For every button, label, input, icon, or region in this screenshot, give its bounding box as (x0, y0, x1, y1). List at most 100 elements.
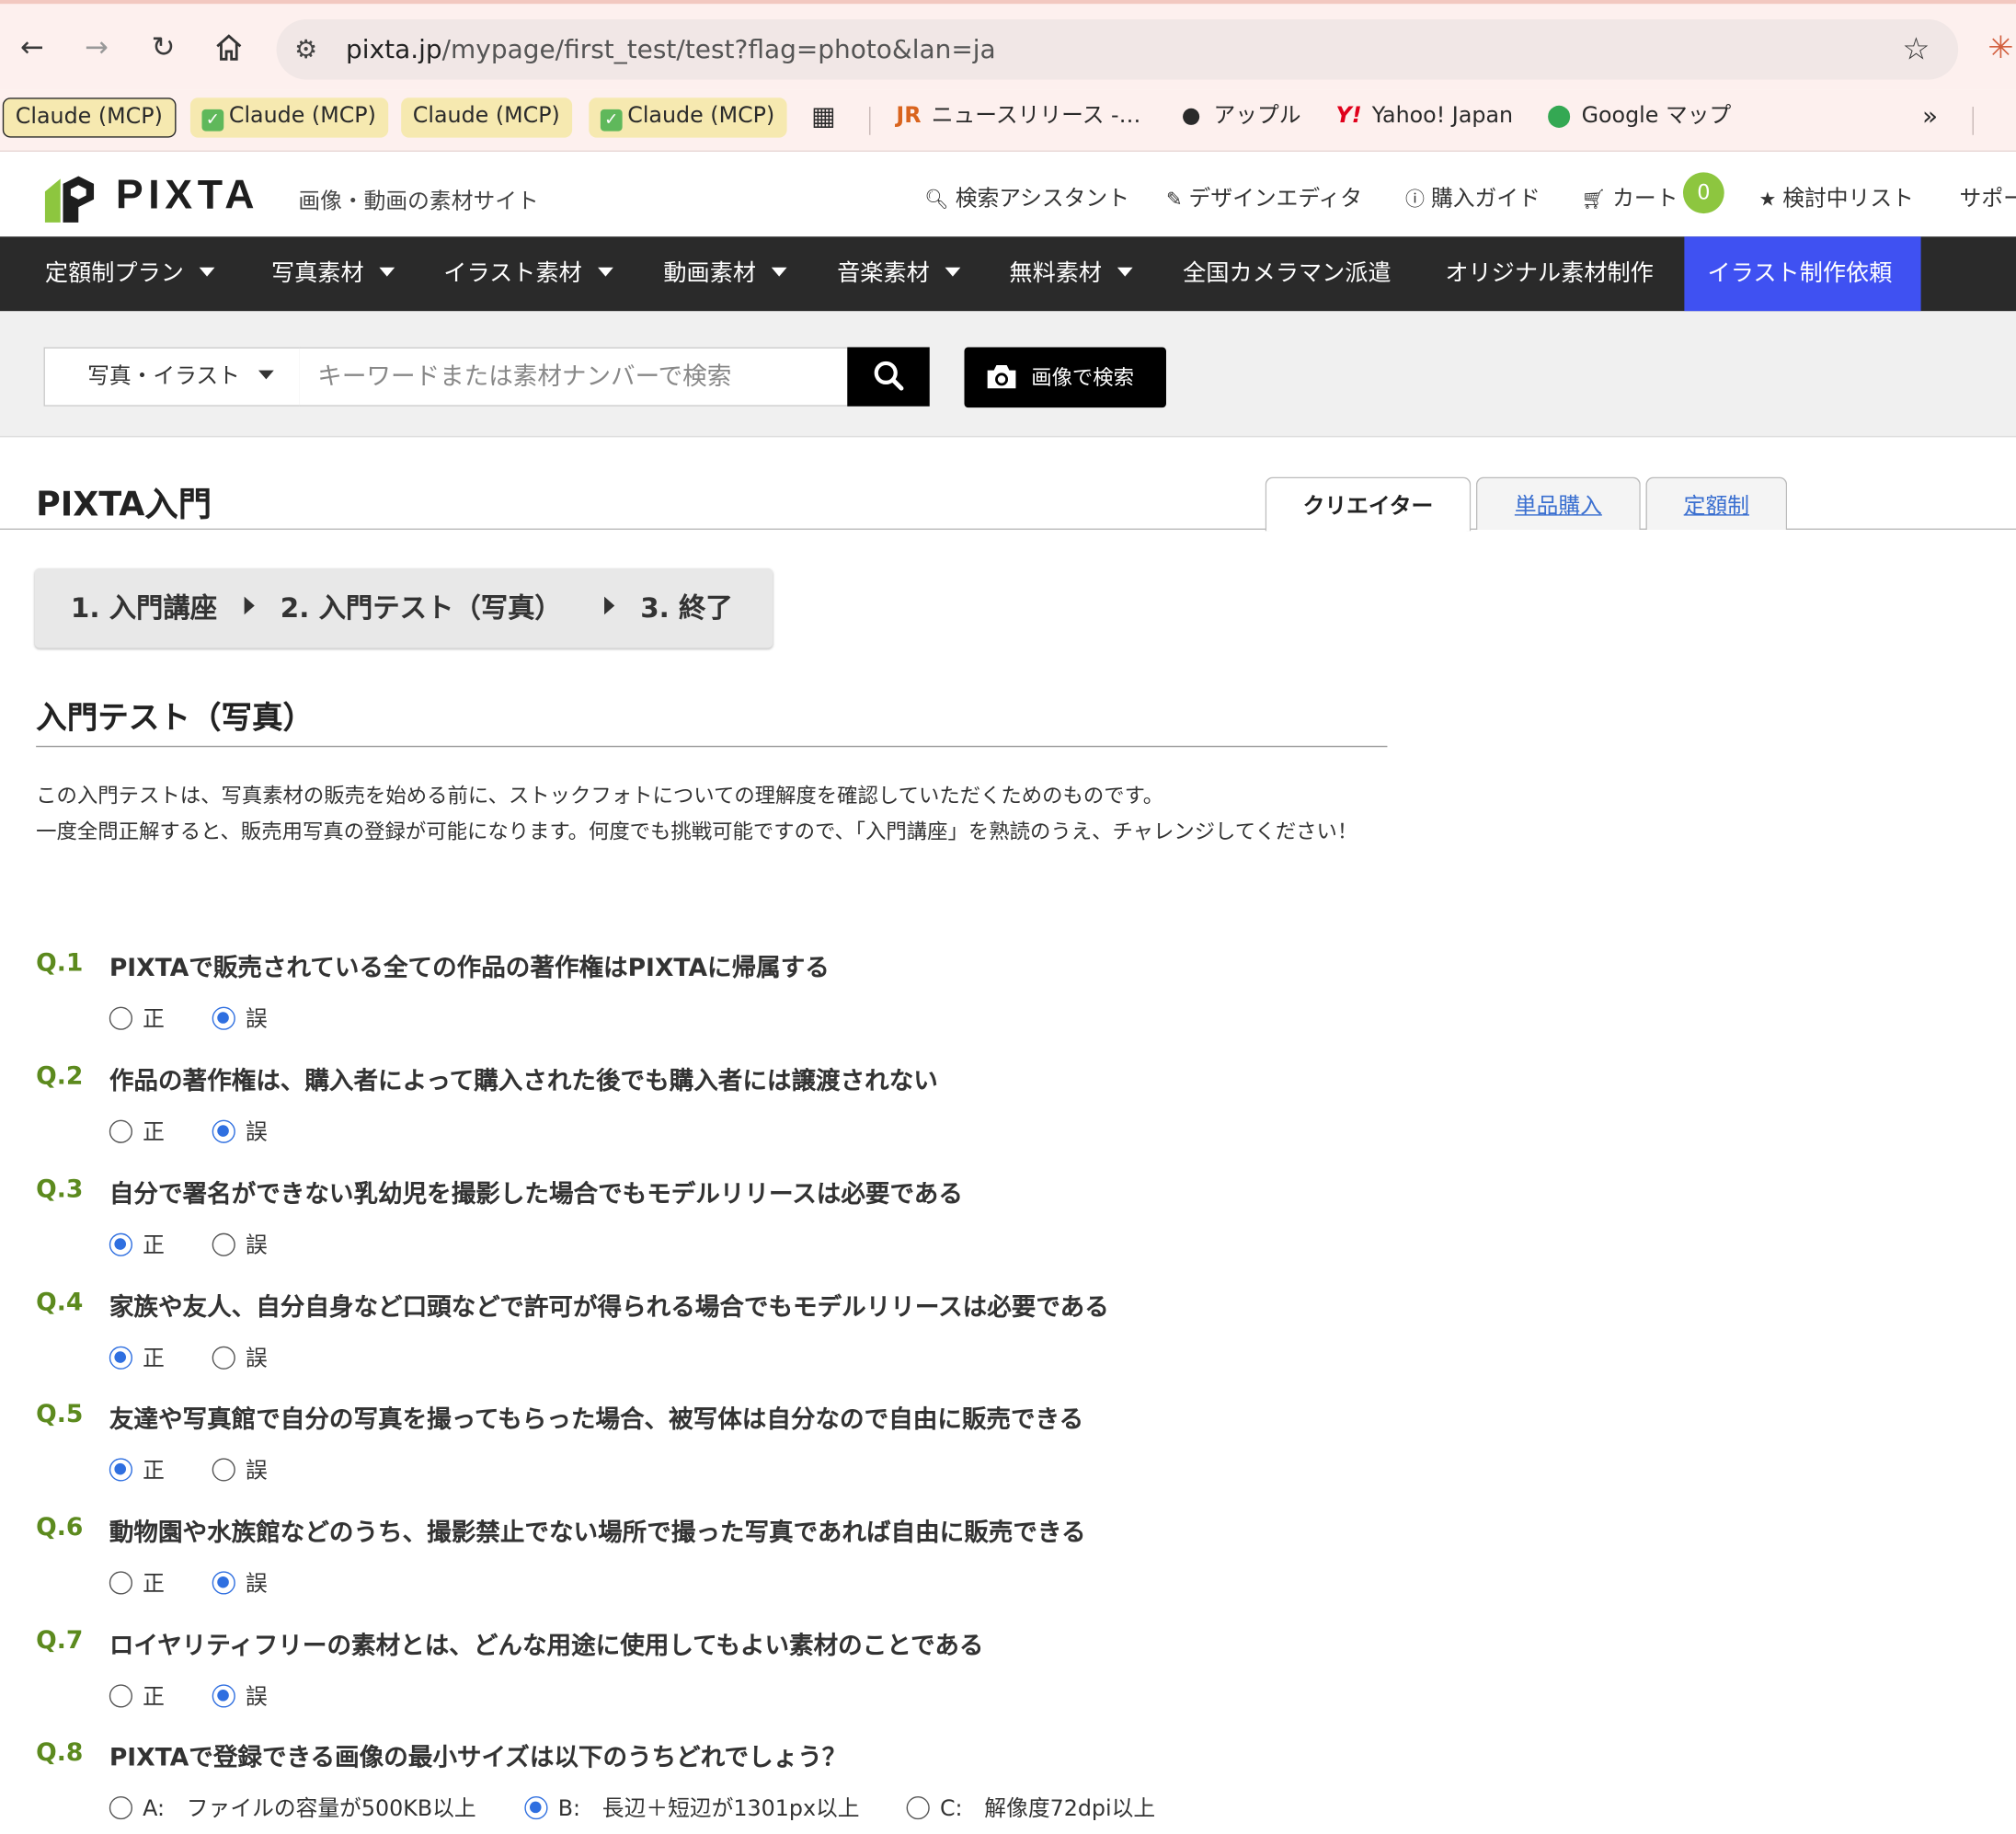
back-icon[interactable]: ← (16, 32, 49, 65)
answer-option[interactable]: 正 (109, 1001, 165, 1033)
bookmark-item[interactable]: ● アップル (1170, 97, 1312, 137)
nav-original[interactable]: オリジナル素材制作 (1445, 236, 1653, 311)
radio-button[interactable] (212, 1571, 235, 1595)
option-label: A: ファイルの容量が500KB以上 (143, 1796, 476, 1822)
home-icon[interactable] (212, 32, 246, 65)
step-1: 1. 入門講座 (70, 592, 218, 625)
answer-option[interactable]: 正 (109, 1227, 165, 1259)
radio-button[interactable] (109, 1796, 132, 1820)
extension-icon[interactable]: ✳ (1987, 29, 2013, 65)
tab-creator[interactable]: クリエイター (1265, 476, 1472, 532)
cart-count-badge: 0 (1682, 172, 1724, 214)
radio-button[interactable] (109, 1458, 132, 1482)
option-label: 誤 (246, 1458, 268, 1484)
search-assistant-link[interactable]: 🔍︎ 検索アシスタント (924, 180, 1129, 212)
radio-button[interactable] (109, 1684, 132, 1708)
url-text[interactable]: pixta.jp/mypage/first_test/test?flag=pho… (346, 33, 996, 64)
answer-option[interactable]: B: 長辺＋短辺が1301px以上 (524, 1790, 860, 1822)
option-label: 誤 (246, 1006, 268, 1033)
option-label: 誤 (246, 1684, 268, 1711)
radio-button[interactable] (212, 1458, 235, 1482)
nav-camera[interactable]: 全国カメラマン派遣 (1183, 236, 1391, 311)
option-label: 誤 (246, 1232, 268, 1259)
option-label: 正 (143, 1119, 165, 1146)
radio-button[interactable] (212, 1119, 235, 1143)
answer-option[interactable]: 誤 (212, 1565, 268, 1597)
answer-option[interactable]: 正 (109, 1451, 165, 1484)
cart-link[interactable]: 🛒︎ カート (1582, 180, 1678, 212)
radio-button[interactable] (109, 1346, 132, 1370)
search-icon: 🔍︎ (924, 188, 949, 212)
maps-icon: ⬤ (1546, 102, 1572, 129)
site-settings-icon[interactable]: ⚙ (294, 33, 317, 64)
bookmark-star-icon[interactable]: ☆ (1902, 31, 1930, 67)
radio-button[interactable] (212, 1346, 235, 1370)
answer-option[interactable]: 正 (109, 1114, 165, 1146)
question-text: 作品の著作権は、購入者によって購入された後でも購入者には譲渡されない (109, 1067, 938, 1096)
nav-illust[interactable]: イラスト素材 (443, 236, 613, 311)
radio-button[interactable] (524, 1796, 548, 1820)
nav-plan[interactable]: 定額制プラン (45, 236, 215, 311)
radio-button[interactable] (109, 1006, 132, 1030)
radio-button[interactable] (212, 1684, 235, 1708)
bookmarks-bar: Claude (MCP) ✓ Claude (MCP) Claude (MCP) … (0, 89, 2016, 152)
radio-button[interactable] (109, 1232, 132, 1256)
nav-photo[interactable]: 写真素材 (271, 236, 395, 311)
reload-icon[interactable]: ↻ (146, 32, 179, 65)
image-search-button[interactable]: 画像で検索 (964, 347, 1166, 408)
answer-option[interactable]: 誤 (212, 1114, 268, 1146)
radio-button[interactable] (109, 1119, 132, 1143)
nav-music[interactable]: 音楽素材 (837, 236, 961, 311)
bookmark-item[interactable]: Claude (MCP) (2, 97, 176, 138)
bookmark-item[interactable]: ⬤ Google マップ (1535, 97, 1743, 137)
search-input[interactable] (299, 347, 849, 407)
bookmark-item[interactable]: ✓ Claude (MCP) (589, 97, 786, 138)
answer-option[interactable]: C: 解像度72dpi以上 (906, 1790, 1155, 1822)
purchase-guide-link[interactable]: ⓘ 購入ガイド (1405, 180, 1541, 212)
question-text: 自分で署名ができない乳幼児を撮影した場合でもモデルリリースは必要である (109, 1180, 963, 1209)
radio-button[interactable] (109, 1571, 132, 1595)
answer-option[interactable]: 正 (109, 1340, 165, 1372)
answer-option[interactable]: 正 (109, 1565, 165, 1597)
pixta-logo-icon[interactable] (42, 174, 97, 225)
nav-illust-request[interactable]: イラスト制作依頼 (1684, 236, 1921, 312)
category-select[interactable]: 写真・イラスト (43, 347, 302, 407)
answer-option[interactable]: 正 (109, 1678, 165, 1710)
answer-option[interactable]: 誤 (212, 1678, 268, 1710)
apps-grid-icon[interactable]: ▦ (800, 97, 848, 137)
divider (36, 745, 1388, 748)
camera-icon (987, 365, 1016, 389)
answer-option[interactable]: 誤 (212, 1451, 268, 1484)
bookmark-item[interactable]: ✓ Claude (MCP) (189, 97, 388, 138)
option-label: B: 長辺＋短辺が1301px以上 (557, 1796, 860, 1822)
answer-option[interactable]: 誤 (212, 1001, 268, 1033)
page-title: PIXTA入門 (36, 486, 212, 525)
progress-steps: 1. 入門講座 2. 入門テスト（写真） 3. 終了 (34, 567, 773, 648)
bookmark-item[interactable]: Y! Yahoo! Japan (1324, 97, 1525, 137)
design-editor-link[interactable]: ✎ デザインエディタ (1166, 180, 1362, 212)
search-button[interactable] (847, 347, 930, 407)
answer-option[interactable]: 誤 (212, 1340, 268, 1372)
question-text: PIXTAで登録できる画像の最小サイズは以下のうちどれでしょう？ (109, 1743, 847, 1772)
section-title: 入門テスト（写真） (36, 699, 315, 736)
address-bar[interactable]: ⚙ pixta.jp/mypage/first_test/test?flag=p… (276, 18, 1959, 80)
radio-button[interactable] (212, 1006, 235, 1030)
nav-video[interactable]: 動画素材 (663, 236, 787, 311)
bookmark-item[interactable]: Claude (MCP) (401, 97, 572, 138)
tab-subscription[interactable]: 定額制 (1645, 476, 1788, 530)
wishlist-link[interactable]: ★ 検討中リスト (1758, 180, 1913, 212)
answer-option[interactable]: 誤 (212, 1227, 268, 1259)
support-link[interactable]: サポー (1960, 180, 2016, 212)
forward-icon[interactable]: → (80, 32, 113, 65)
nav-free[interactable]: 無料素材 (1009, 236, 1133, 311)
logo-text[interactable]: PIXTA (116, 171, 259, 219)
bookmark-item[interactable]: JR ニュースリリース -… (885, 97, 1152, 137)
radio-button[interactable] (906, 1796, 930, 1820)
chevron-down-icon (199, 267, 215, 277)
radio-button[interactable] (212, 1232, 235, 1256)
question-number: Q.5 (36, 1400, 84, 1429)
question-text: ロイヤリティフリーの素材とは、どんな用途に使用してもよい素材のことである (109, 1632, 984, 1660)
tab-single-purchase[interactable]: 単品購入 (1475, 476, 1641, 530)
answer-option[interactable]: A: ファイルの容量が500KB以上 (109, 1790, 476, 1822)
bookmarks-overflow-icon[interactable]: » (1910, 97, 1949, 137)
